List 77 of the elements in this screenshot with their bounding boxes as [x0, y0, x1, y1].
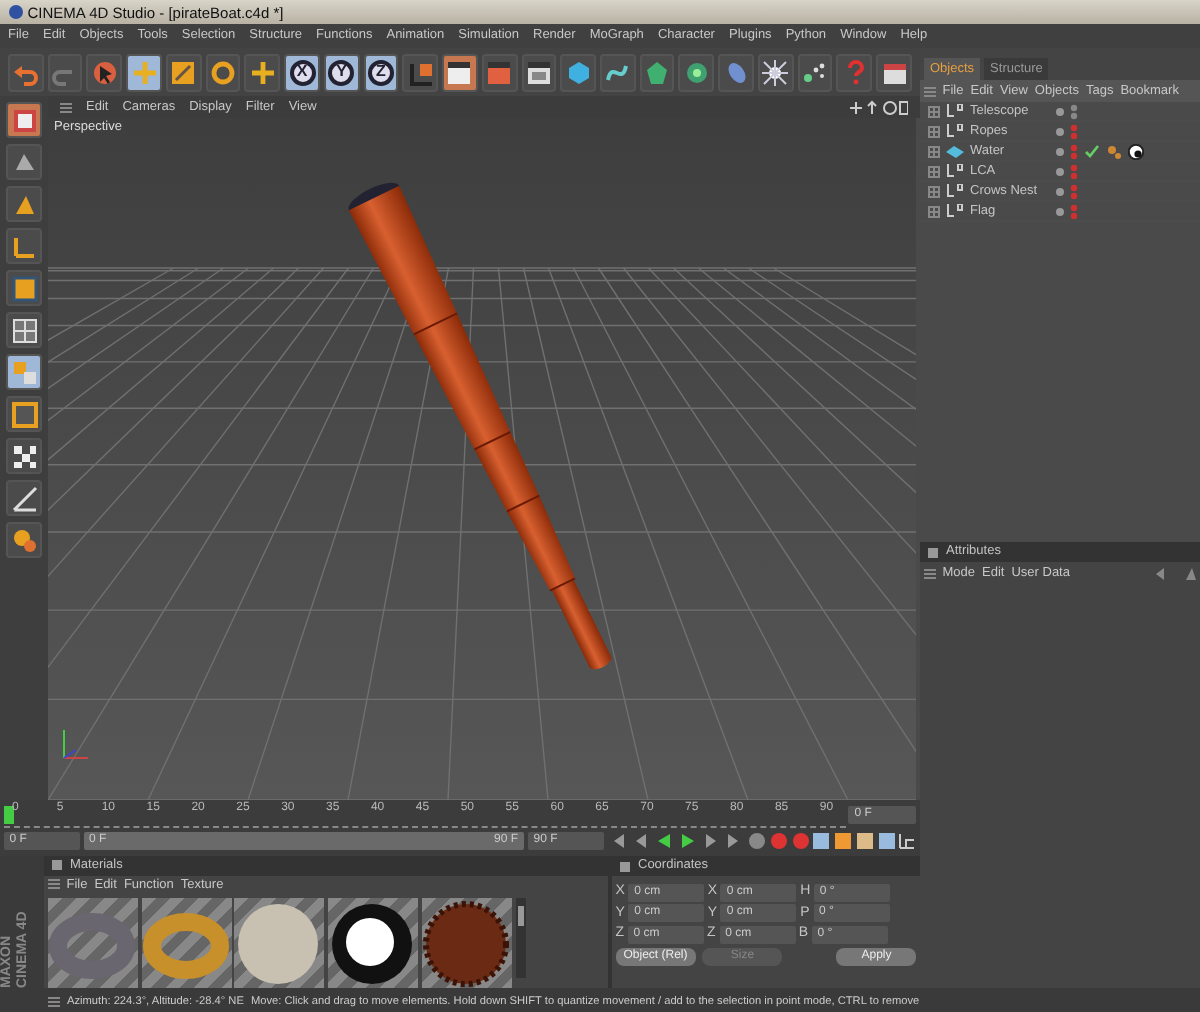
key-rotation-icon: [855, 832, 874, 850]
record-off-icon: [748, 832, 766, 850]
grid-icon[interactable]: [6, 312, 42, 348]
grip-icon: [923, 85, 936, 97]
coordinate-system-icon[interactable]: [402, 53, 439, 91]
play-back-icon: [654, 832, 674, 850]
move-icon[interactable]: [244, 53, 281, 91]
key-parameter-icon: [877, 832, 895, 850]
grip-icon: [47, 878, 60, 891]
play-icon: [677, 832, 698, 850]
grip-icon: [923, 567, 936, 579]
record-icon: [769, 832, 788, 850]
plane-object-icon: [946, 144, 964, 158]
expand-icon: [928, 105, 940, 117]
material-swatch[interactable]: [234, 898, 325, 988]
grip-icon: [60, 101, 72, 113]
expand-icon: [928, 205, 940, 217]
key-position-icon: [812, 832, 831, 850]
move-icon[interactable]: [126, 53, 162, 91]
panel-icon: [620, 861, 630, 871]
expand-icon: [928, 145, 940, 157]
key-grid-icon: [898, 832, 917, 850]
visibility-dot-icon: [1056, 207, 1064, 215]
material-swatch[interactable]: [47, 898, 138, 988]
expand-icon: [928, 185, 940, 197]
view-navigation-icon: [848, 99, 908, 115]
undo-icon[interactable]: [8, 53, 44, 91]
scale-icon[interactable]: [165, 53, 202, 91]
visibility-dot-icon: [1056, 127, 1064, 135]
step-forward-icon: [701, 832, 721, 850]
key-scale-icon: [834, 832, 852, 850]
calendar-icon[interactable]: [876, 53, 912, 91]
rotate-icon[interactable]: [205, 53, 241, 91]
material-swatch[interactable]: [141, 898, 231, 988]
spline-icon[interactable]: [600, 53, 636, 91]
navigation-arrows-icon: [1156, 567, 1197, 579]
visibility-dot-icon: [1056, 107, 1064, 115]
visibility-dot-icon: [1056, 187, 1064, 195]
edge-icon[interactable]: [6, 228, 42, 264]
scrollbar: [515, 898, 525, 978]
axis-toggle-button[interactable]: Z: [363, 53, 399, 91]
axis-gizmo-icon: [63, 729, 89, 759]
cube-icon[interactable]: [560, 53, 597, 91]
panel-icon: [52, 860, 62, 871]
expand-icon: [928, 125, 940, 137]
sculpt-icon[interactable]: [6, 522, 42, 558]
visibility-dot-icon: [1056, 167, 1064, 175]
snap-icon[interactable]: [6, 396, 42, 432]
material-swatch[interactable]: [328, 898, 418, 988]
null-object-icon: [946, 124, 964, 138]
axis-toggle-button[interactable]: Y: [323, 53, 360, 91]
texture-icon[interactable]: [6, 144, 42, 180]
check-tag-icon: [1084, 143, 1100, 159]
checker-icon[interactable]: [6, 438, 42, 474]
expand-icon: [928, 165, 940, 177]
null-object-icon: [946, 184, 964, 198]
polygon-icon[interactable]: [6, 270, 42, 306]
texture-tag-icon: [1106, 143, 1122, 159]
light-burst-icon[interactable]: [757, 53, 794, 91]
playhead[interactable]: [3, 805, 14, 823]
material-tag-icon: [1128, 143, 1144, 159]
null-object-icon: [946, 104, 964, 118]
point-icon[interactable]: [6, 186, 42, 222]
grid-icon[interactable]: [6, 354, 42, 390]
polygon-icon[interactable]: [639, 53, 675, 91]
null-object-icon: [946, 164, 964, 178]
visibility-dot-icon: [1056, 147, 1064, 155]
grip-icon: [48, 996, 60, 1008]
material-swatch[interactable]: [421, 898, 512, 988]
particles-icon[interactable]: [797, 53, 833, 91]
panel-icon: [928, 547, 938, 557]
workplane-icon[interactable]: [6, 480, 42, 516]
autokey-icon: [791, 832, 809, 850]
model-mode-icon[interactable]: [6, 102, 42, 138]
null-object-icon: [946, 204, 964, 218]
axis-toggle-button[interactable]: X: [284, 53, 320, 91]
app-logo-icon: [8, 4, 24, 20]
